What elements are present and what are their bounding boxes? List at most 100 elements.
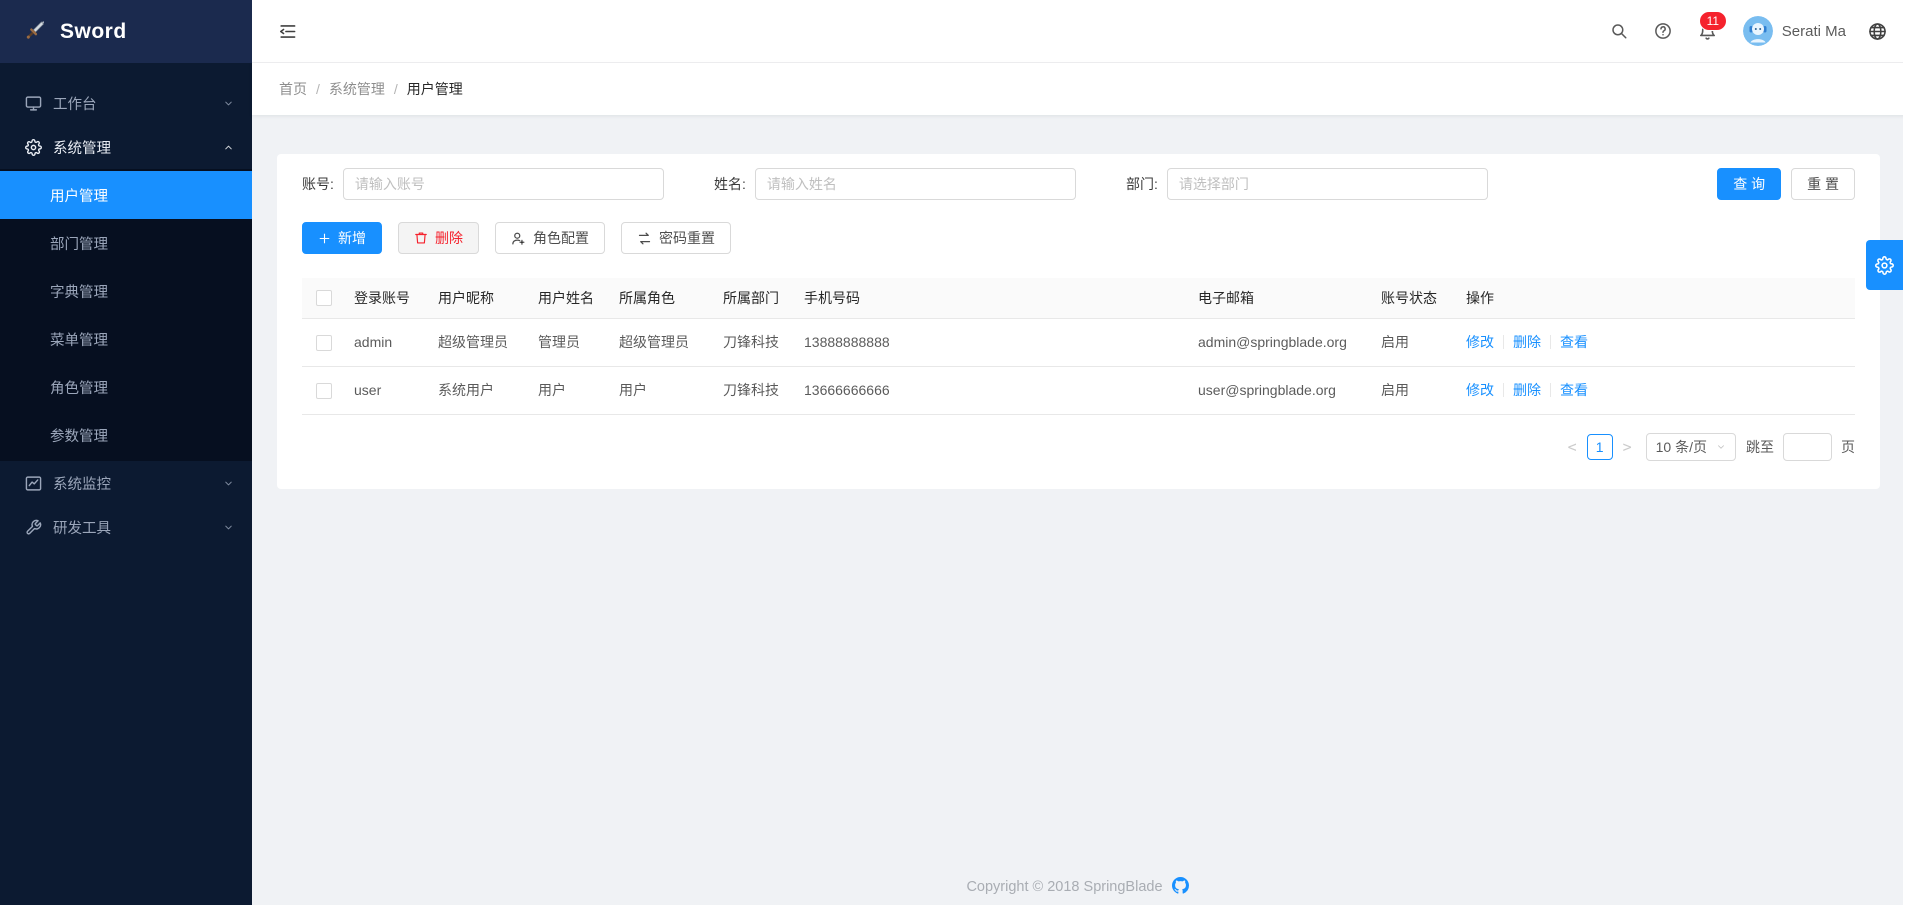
sidebar-item-dept-mgmt[interactable]: 部门管理 xyxy=(0,219,252,267)
action-divider xyxy=(1550,335,1551,349)
github-icon[interactable] xyxy=(1172,882,1189,898)
sidebar-item-system[interactable]: 系统管理 xyxy=(0,125,252,169)
sidebar-item-workbench[interactable]: 工作台 xyxy=(0,81,252,125)
reset-button[interactable]: 重 置 xyxy=(1791,168,1855,200)
sidebar-item-menu-mgmt[interactable]: 菜单管理 xyxy=(0,315,252,363)
logo[interactable]: Sword xyxy=(0,0,252,63)
sidebar-item-label: 角色管理 xyxy=(50,377,108,398)
account-label: 账号: xyxy=(302,174,334,194)
chevron-down-icon xyxy=(223,98,234,109)
user-mgmt-card: 账号: 姓名: 部门: 查 询 重 置 xyxy=(277,154,1880,489)
sidebar-item-label: 部门管理 xyxy=(50,233,108,254)
help-button[interactable] xyxy=(1641,22,1685,40)
theme-settings-button[interactable] xyxy=(1866,240,1903,290)
password-reset-label: 密码重置 xyxy=(659,228,715,248)
cell-email: user@springblade.org xyxy=(1190,366,1373,414)
search-button-submit[interactable]: 查 询 xyxy=(1717,168,1781,200)
page-size-select[interactable]: 10 条/页 xyxy=(1646,433,1736,461)
row-checkbox[interactable] xyxy=(316,383,332,399)
language-button[interactable] xyxy=(1862,22,1893,41)
sidebar-menu: 工作台 系统管理 用户管理 部门管理 字典管理 菜单管理 角色管理 参数管理 系… xyxy=(0,63,252,549)
sidebar-item-label: 研发工具 xyxy=(53,517,111,538)
col-header-dept: 所属部门 xyxy=(715,278,796,318)
view-link[interactable]: 查看 xyxy=(1560,382,1588,398)
sidebar-item-devtools[interactable]: 研发工具 xyxy=(0,505,252,549)
cell-nickname: 超级管理员 xyxy=(430,318,530,366)
role-config-label: 角色配置 xyxy=(533,228,589,248)
chart-icon xyxy=(25,475,42,492)
add-button[interactable]: 新增 xyxy=(302,222,382,254)
sidebar-item-role-mgmt[interactable]: 角色管理 xyxy=(0,363,252,411)
cell-email: admin@springblade.org xyxy=(1190,318,1373,366)
role-config-button[interactable]: 角色配置 xyxy=(495,222,605,254)
prev-page-button[interactable]: < xyxy=(1562,438,1583,456)
cell-role: 用户 xyxy=(611,366,715,414)
sidebar-item-param-mgmt[interactable]: 参数管理 xyxy=(0,411,252,459)
sidebar-item-label: 菜单管理 xyxy=(50,329,108,350)
dept-field-group: 部门: xyxy=(1126,168,1488,200)
users-table: 登录账号 用户昵称 用户姓名 所属角色 所属部门 手机号码 电子邮箱 账号状态 … xyxy=(302,278,1855,415)
select-all-checkbox[interactable] xyxy=(316,290,332,306)
sidebar-item-label: 字典管理 xyxy=(50,281,108,302)
breadcrumb-home[interactable]: 首页 xyxy=(279,79,307,99)
sidebar-submenu-system: 用户管理 部门管理 字典管理 菜单管理 角色管理 参数管理 xyxy=(0,169,252,461)
cell-phone: 13888888888 xyxy=(796,318,1190,366)
cell-name: 用户 xyxy=(530,366,611,414)
page-number-1[interactable]: 1 xyxy=(1587,434,1613,460)
edit-link[interactable]: 修改 xyxy=(1466,334,1494,350)
sidebar: Sword 工作台 系统管理 用户管理 部门管理 字典管理 菜单管理 角色管理 … xyxy=(0,0,252,905)
delete-button-label: 删除 xyxy=(435,228,463,248)
main-area: 11 Serati Ma xyxy=(252,0,1911,905)
topbar: 11 Serati Ma xyxy=(252,0,1911,63)
cell-actions: 修改 删除 查看 xyxy=(1458,366,1855,414)
col-header-role: 所属角色 xyxy=(611,278,715,318)
delete-link[interactable]: 删除 xyxy=(1513,382,1541,398)
breadcrumb-separator: / xyxy=(394,81,398,97)
row-checkbox[interactable] xyxy=(316,335,332,351)
col-header-name: 用户姓名 xyxy=(530,278,611,318)
cell-nickname: 系统用户 xyxy=(430,366,530,414)
table-row: user 系统用户 用户 用户 刀锋科技 13666666666 user@sp… xyxy=(302,366,1855,414)
sidebar-item-label: 用户管理 xyxy=(50,185,108,206)
globe-icon xyxy=(1868,22,1887,41)
edit-link[interactable]: 修改 xyxy=(1466,382,1494,398)
dept-select[interactable] xyxy=(1167,168,1488,200)
page-unit-label: 页 xyxy=(1841,437,1855,457)
monitor-icon xyxy=(25,95,42,112)
next-page-button[interactable]: > xyxy=(1617,438,1638,456)
search-button[interactable] xyxy=(1597,22,1641,40)
sidebar-item-dict-mgmt[interactable]: 字典管理 xyxy=(0,267,252,315)
col-header-nickname: 用户昵称 xyxy=(430,278,530,318)
avatar-image xyxy=(1743,16,1773,46)
menu-fold-button[interactable] xyxy=(278,22,297,41)
search-icon xyxy=(1610,22,1628,40)
user-plus-icon xyxy=(511,231,526,246)
col-header-status: 账号状态 xyxy=(1373,278,1458,318)
breadcrumb: 首页 / 系统管理 / 用户管理 xyxy=(252,63,1911,115)
account-input[interactable] xyxy=(343,168,664,200)
trash-icon xyxy=(414,231,428,245)
user-name[interactable]: Serati Ma xyxy=(1782,23,1846,40)
add-button-label: 新增 xyxy=(338,228,366,248)
delete-button[interactable]: 删除 xyxy=(398,222,479,254)
cell-status: 启用 xyxy=(1373,366,1458,414)
breadcrumb-system[interactable]: 系统管理 xyxy=(329,79,385,99)
topbar-right: 11 Serati Ma xyxy=(1597,16,1893,46)
cell-name: 管理员 xyxy=(530,318,611,366)
name-input[interactable] xyxy=(755,168,1076,200)
table-row: admin 超级管理员 管理员 超级管理员 刀锋科技 13888888888 a… xyxy=(302,318,1855,366)
view-link[interactable]: 查看 xyxy=(1560,334,1588,350)
avatar[interactable] xyxy=(1743,16,1773,46)
breadcrumb-current: 用户管理 xyxy=(407,79,463,99)
cell-phone: 13666666666 xyxy=(796,366,1190,414)
sidebar-item-user-mgmt[interactable]: 用户管理 xyxy=(0,171,252,219)
sidebar-item-monitor[interactable]: 系统监控 xyxy=(0,461,252,505)
scrollbar-gutter[interactable] xyxy=(1903,0,1911,905)
page-size-value: 10 条/页 xyxy=(1656,437,1707,457)
jump-page-input[interactable] xyxy=(1783,433,1832,461)
delete-link[interactable]: 删除 xyxy=(1513,334,1541,350)
notifications-button[interactable]: 11 xyxy=(1685,22,1730,41)
col-header-actions: 操作 xyxy=(1458,278,1855,318)
password-reset-button[interactable]: 密码重置 xyxy=(621,222,731,254)
col-header-phone: 手机号码 xyxy=(796,278,1190,318)
